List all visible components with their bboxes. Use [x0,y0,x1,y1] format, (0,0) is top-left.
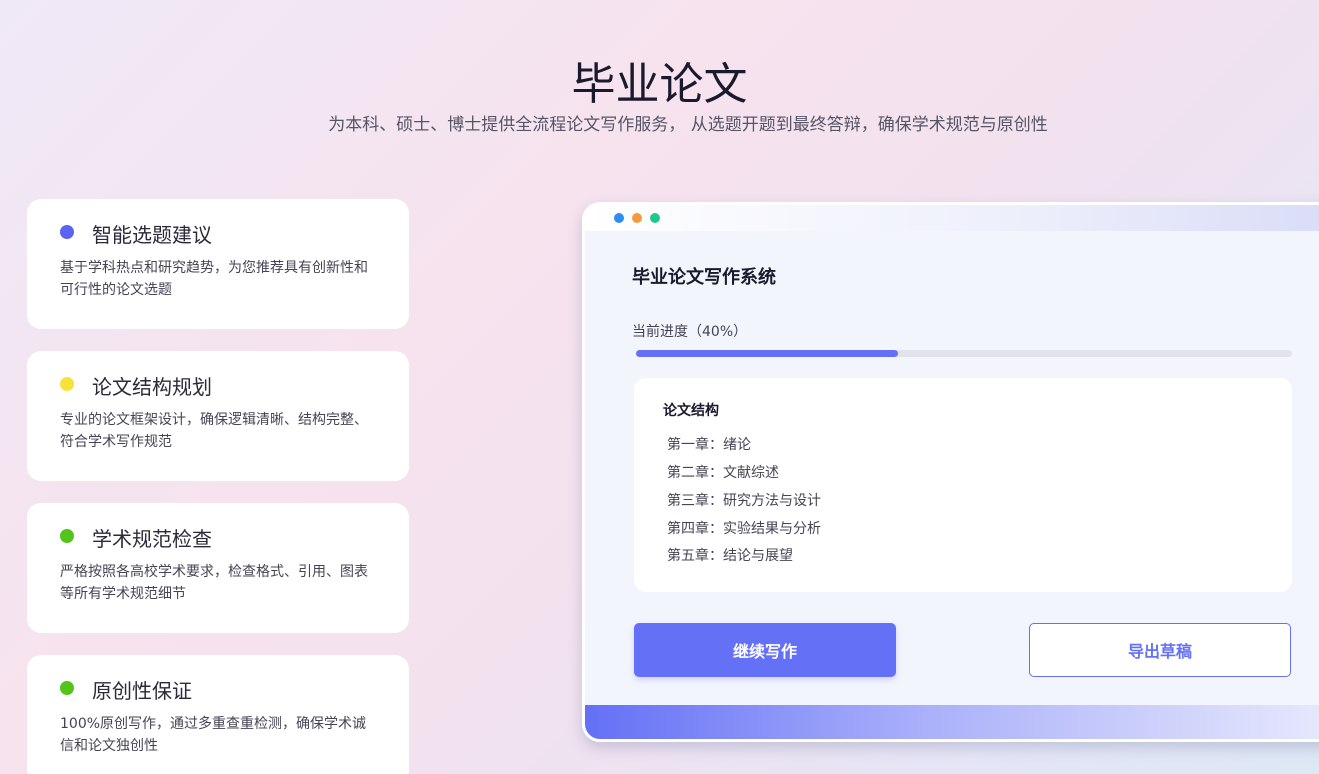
progress-fill [636,350,899,357]
page-title: 毕业论文 [571,59,748,110]
chapter-item: 第五章：结论与展望 [667,548,793,564]
feature-card-structure: 论文结构规划 专业的论文框架设计，确保逻辑清晰、结构完整、符合学术写作规范 [27,351,409,481]
page-subtitle: 为本科、硕士、博士提供全流程论文写作服务， 从选题开题到最终答辩，确保学术规范与… [328,115,1048,135]
chapter-item: 第二章：文献综述 [667,465,779,481]
chapter-item: 第三章：研究方法与设计 [667,493,821,509]
continue-writing-button[interactable]: 继续写作 [634,623,896,677]
green-dot-icon [60,681,74,695]
feature-card-originality: 原创性保证 100%原创写作，通过多重查重检测，确保学术诚信和论文独创性 [27,655,409,774]
feature-desc: 专业的论文框架设计，确保逻辑清晰、结构完整、符合学术写作规范 [60,412,368,450]
feature-title: 学术规范检查 [92,527,212,551]
structure-panel: 论文结构 第一章：绪论 第二章：文献综述 第三章：研究方法与设计 第四章：实验结… [634,378,1292,592]
chapter-item: 第一章：绪论 [667,437,751,453]
feature-card-topic: 智能选题建议 基于学科热点和研究趋势，为您推荐具有创新性和可行性的论文选题 [27,199,409,329]
feature-desc: 基于学科热点和研究趋势，为您推荐具有创新性和可行性的论文选题 [60,260,368,298]
feature-title: 原创性保证 [92,679,192,703]
window-footer-bar [585,705,1319,739]
feature-desc: 100%原创写作，通过多重查重检测，确保学术诚信和论文独创性 [60,716,367,754]
window-titlebar [585,205,1319,231]
blue-dot-icon [60,225,74,239]
maximize-dot-icon[interactable] [650,213,660,223]
close-dot-icon[interactable] [614,213,624,223]
green-dot-icon [60,529,74,543]
progress-bar [636,350,1292,357]
export-draft-button[interactable]: 导出草稿 [1029,623,1291,677]
app-window-mockup: 毕业论文写作系统 当前进度（40%） 论文结构 第一章：绪论 第二章：文献综述 … [582,202,1319,742]
yellow-dot-icon [60,377,74,391]
chapter-item: 第四章：实验结果与分析 [667,521,821,537]
structure-title: 论文结构 [663,403,719,419]
feature-desc: 严格按照各高校学术要求，检查格式、引用、图表等所有学术规范细节 [60,564,368,602]
progress-label: 当前进度（40%） [632,324,748,340]
minimize-dot-icon[interactable] [632,213,642,223]
feature-title: 论文结构规划 [92,375,212,399]
feature-title: 智能选题建议 [92,223,212,247]
window-title: 毕业论文写作系统 [632,267,776,288]
feature-card-standards: 学术规范检查 严格按照各高校学术要求，检查格式、引用、图表等所有学术规范细节 [27,503,409,633]
